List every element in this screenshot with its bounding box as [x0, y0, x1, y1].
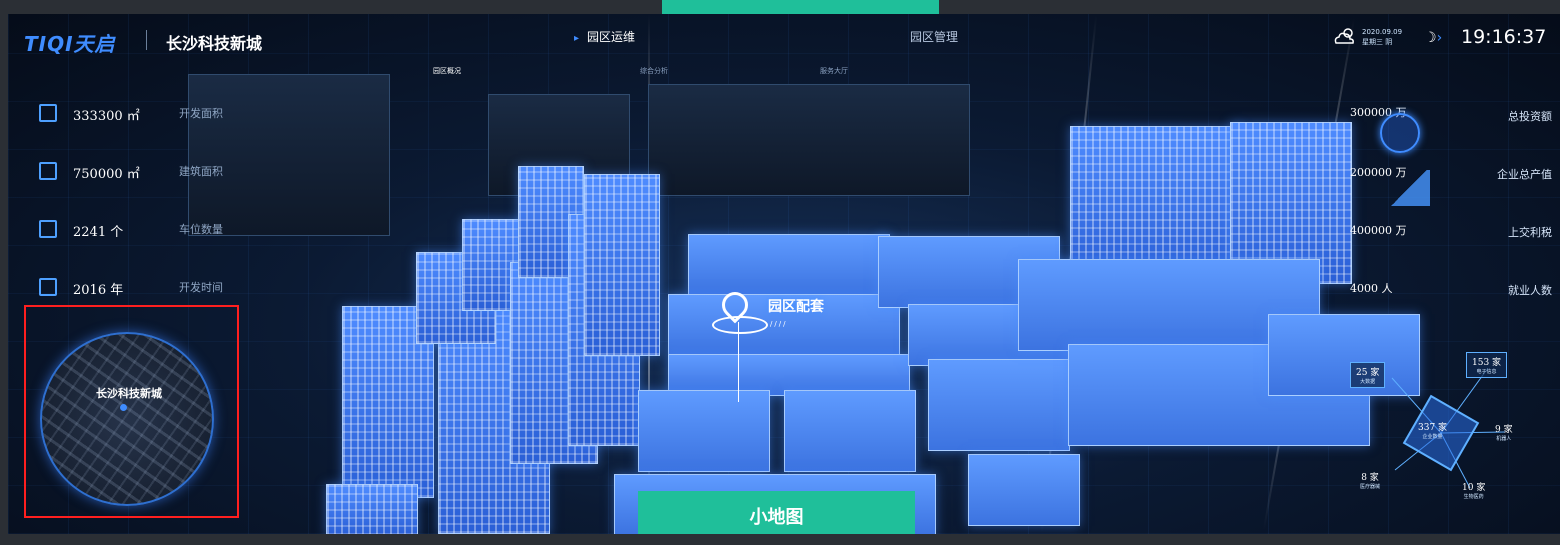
node-label: 大数据	[1360, 379, 1376, 385]
node-value: 8 家	[1361, 473, 1379, 483]
node-label: 生物医药	[1463, 494, 1484, 500]
enterprise-total[interactable]: 337 家 企业数量	[1418, 420, 1447, 440]
caption-label: 小地图	[638, 491, 915, 534]
enterprise-node-biomedicine[interactable]: 10 家 生物医药	[1462, 480, 1485, 500]
enterprise-connection-lines	[1391, 367, 1506, 489]
enterprise-node-robot[interactable]: 9 家 机器人	[1495, 422, 1513, 442]
enterprise-node-bigdata[interactable]: 25 家 大数据	[1350, 362, 1386, 388]
node-value: 337 家	[1418, 423, 1448, 433]
node-value: 25 家	[1356, 368, 1380, 378]
node-value: 153 家	[1472, 358, 1502, 368]
enterprise-node-medical[interactable]: 8 家 医疗器械	[1360, 470, 1380, 490]
node-label: 企业数量	[1422, 434, 1443, 440]
node-value: 10 家	[1462, 483, 1486, 493]
node-label: 机器人	[1496, 436, 1512, 442]
node-label: 电子信息	[1476, 369, 1497, 375]
enterprise-node-electronics[interactable]: 153 家 电子信息	[1466, 352, 1508, 378]
node-value: 9 家	[1495, 425, 1513, 435]
node-label: 医疗器械	[1360, 484, 1381, 490]
